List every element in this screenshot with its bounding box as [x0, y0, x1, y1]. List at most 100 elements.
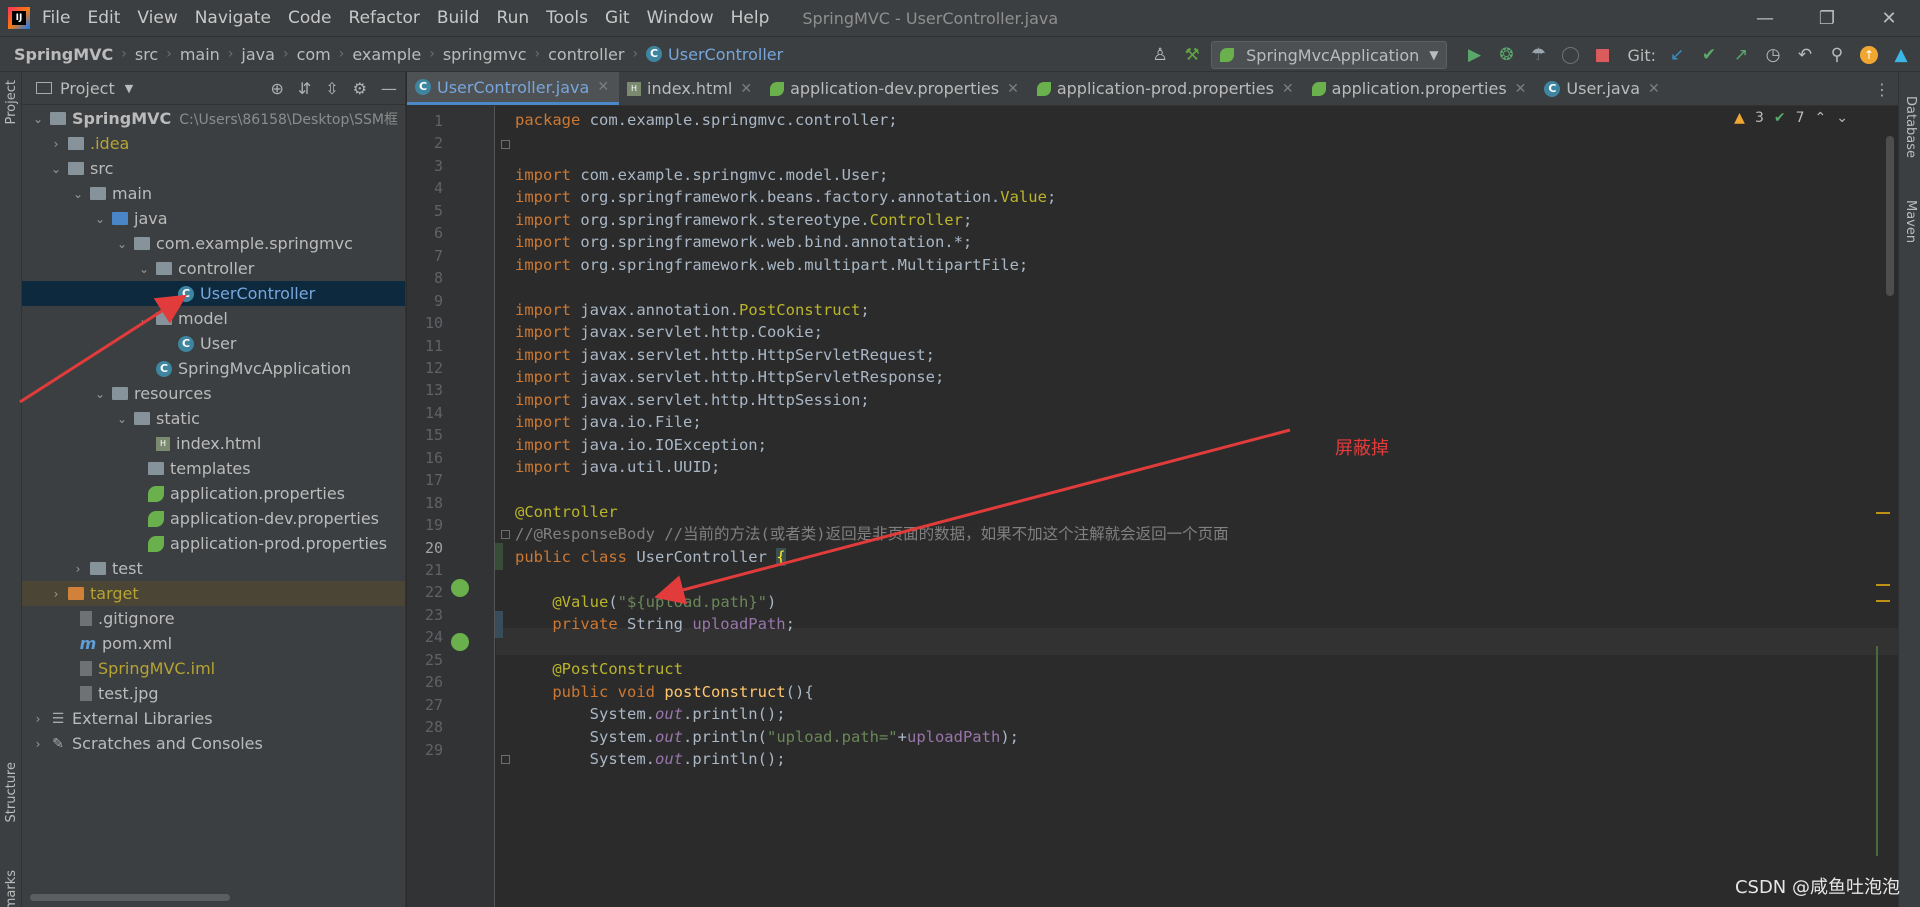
chevron-down-icon[interactable]: ⌄ [30, 112, 46, 126]
tree-item-resources[interactable]: ⌄ resources [22, 381, 405, 406]
chevron-down-icon[interactable]: ⌄ [92, 212, 108, 226]
tab-application-dev-properties[interactable]: application-dev.properties ✕ [762, 72, 1029, 105]
breadcrumb-example[interactable]: example [352, 45, 421, 64]
menu-help[interactable]: Help [731, 8, 770, 28]
tree-item-package-root[interactable]: ⌄ com.example.springmvc [22, 231, 405, 256]
close-tab-icon[interactable]: ✕ [1515, 81, 1527, 97]
chevron-right-icon[interactable]: › [48, 587, 64, 601]
tree-item-java[interactable]: ⌄ java [22, 206, 405, 231]
previous-highlight-icon[interactable]: ⌃ [1815, 110, 1827, 126]
breadcrumb-project[interactable]: SpringMVC [14, 45, 113, 64]
gear-icon[interactable]: ⚙ [353, 79, 367, 98]
fold-icon[interactable] [501, 140, 510, 149]
tree-item-test-jpg[interactable]: test.jpg [22, 681, 405, 706]
breadcrumb-com[interactable]: com [297, 45, 331, 64]
menu-refactor[interactable]: Refactor [349, 8, 420, 28]
fold-icon[interactable] [501, 530, 510, 539]
debug-icon[interactable]: ❂ [1493, 42, 1519, 68]
menu-window[interactable]: Window [647, 8, 714, 28]
more-tabs-icon[interactable]: ⋮ [1874, 80, 1890, 99]
close-tab-icon[interactable]: ✕ [1282, 81, 1294, 97]
search-icon[interactable]: ⚲ [1824, 42, 1850, 68]
chevron-down-icon[interactable]: ▼ [125, 82, 133, 95]
menu-file[interactable]: File [42, 8, 70, 28]
toolbox-icon[interactable]: ▲ [1888, 42, 1914, 68]
tab-application-prod-properties[interactable]: application-prod.properties ✕ [1029, 72, 1304, 105]
tree-item-pom-xml[interactable]: m pom.xml [22, 631, 405, 656]
tree-item-target[interactable]: › target [22, 581, 405, 606]
menu-run[interactable]: Run [497, 8, 530, 28]
menu-code[interactable]: Code [288, 8, 332, 28]
tree-item-templates[interactable]: templates [22, 456, 405, 481]
user-icon[interactable]: ♙ [1147, 42, 1173, 68]
run-configuration-select[interactable]: SpringMvcApplication ▼ [1211, 41, 1448, 69]
close-tab-icon[interactable]: ✕ [1648, 81, 1660, 97]
stop-icon[interactable]: ■ [1589, 42, 1615, 68]
chevron-right-icon[interactable]: › [48, 137, 64, 151]
minimize-icon[interactable]: — [1734, 0, 1796, 36]
tool-window-database[interactable]: Database [1903, 96, 1918, 158]
spring-bean-icon[interactable] [451, 633, 469, 651]
update-available-icon[interactable]: ↑ [1856, 42, 1882, 68]
menu-edit[interactable]: Edit [87, 8, 120, 28]
project-panel-title[interactable]: Project [60, 79, 115, 98]
tool-window-maven[interactable]: Maven [1903, 200, 1918, 243]
tree-item-springmvc-iml[interactable]: SpringMVC.iml [22, 656, 405, 681]
tree-item-idea[interactable]: › .idea [22, 131, 405, 156]
breadcrumb-springmvc[interactable]: springmvc [443, 45, 527, 64]
restore-icon[interactable]: ❐ [1796, 0, 1858, 36]
tree-item-springmvc[interactable]: ⌄ SpringMVC C:\Users\86158\Desktop\SSM框 [22, 106, 405, 131]
menu-build[interactable]: Build [437, 8, 480, 28]
coverage-icon[interactable]: ☂ [1525, 42, 1551, 68]
menu-view[interactable]: View [137, 8, 177, 28]
tool-window-bookmarks[interactable]: marks [4, 870, 19, 907]
tool-window-structure[interactable]: Structure [4, 762, 19, 822]
close-tab-icon[interactable]: ✕ [740, 81, 752, 97]
chevron-down-icon[interactable]: ⌄ [136, 262, 152, 276]
tree-item-application-properties[interactable]: application.properties [22, 481, 405, 506]
tab-user-java[interactable]: C User.java ✕ [1536, 72, 1669, 105]
git-push-icon[interactable]: ↗ [1728, 42, 1754, 68]
tab-application-properties[interactable]: application.properties ✕ [1304, 72, 1537, 105]
rollback-icon[interactable]: ↶ [1792, 42, 1818, 68]
build-hammer-icon[interactable]: ⚒ [1179, 42, 1205, 68]
chevron-down-icon[interactable]: ⌄ [92, 387, 108, 401]
tab-usercontroller-java[interactable]: C UserController.java ✕ [407, 72, 620, 105]
history-icon[interactable]: ◷ [1760, 42, 1786, 68]
close-tab-icon[interactable]: ✕ [1007, 81, 1019, 97]
tab-index-html[interactable]: H index.html ✕ [619, 72, 762, 105]
tree-item-index-html[interactable]: H index.html [22, 431, 405, 456]
git-update-icon[interactable]: ↙ [1664, 42, 1690, 68]
menu-git[interactable]: Git [605, 8, 630, 28]
tree-item-main[interactable]: ⌄ main [22, 181, 405, 206]
breadcrumb-controller[interactable]: controller [548, 45, 624, 64]
tree-item-controller[interactable]: ⌄ controller [22, 256, 405, 281]
breadcrumb-usercontroller[interactable]: C UserController [646, 45, 783, 64]
tree-item-model[interactable]: ⌄ model [22, 306, 405, 331]
horizontal-scrollbar[interactable] [30, 894, 230, 901]
tree-item-scratches[interactable]: › ✎ Scratches and Consoles [22, 731, 405, 756]
chevron-down-icon[interactable]: ⌄ [70, 187, 86, 201]
breadcrumb-java[interactable]: java [241, 45, 275, 64]
run-icon[interactable]: ▶ [1461, 42, 1487, 68]
close-tab-icon[interactable]: ✕ [597, 79, 609, 95]
expand-all-icon[interactable]: ⇵ [298, 79, 311, 98]
hide-icon[interactable]: — [381, 79, 397, 98]
spring-bean-icon[interactable] [451, 579, 469, 597]
breadcrumb-src[interactable]: src [135, 45, 158, 64]
tool-window-project[interactable]: Project [4, 80, 19, 124]
tree-item-src[interactable]: ⌄ src [22, 156, 405, 181]
tree-item-external-libraries[interactable]: › ☰ External Libraries [22, 706, 405, 731]
menu-tools[interactable]: Tools [546, 8, 588, 28]
chevron-right-icon[interactable]: › [70, 562, 86, 576]
tree-item-user[interactable]: C User [22, 331, 405, 356]
chevron-down-icon[interactable]: ⌄ [114, 412, 130, 426]
tree-item-application-prod-properties[interactable]: application-prod.properties [22, 531, 405, 556]
tree-item-gitignore[interactable]: .gitignore [22, 606, 405, 631]
collapse-all-icon[interactable]: ⇳ [325, 79, 338, 98]
tree-item-static[interactable]: ⌄ static [22, 406, 405, 431]
close-icon[interactable]: ✕ [1858, 0, 1920, 36]
chevron-down-icon[interactable]: ⌄ [48, 162, 64, 176]
code-editor[interactable]: 1 2 3 4 5 6 7 8 9 10 11 12 13 14 15 16 17 18 19 20 21 22 23 24 2… [407, 106, 1898, 907]
tree-item-application-dev-properties[interactable]: application-dev.properties [22, 506, 405, 531]
